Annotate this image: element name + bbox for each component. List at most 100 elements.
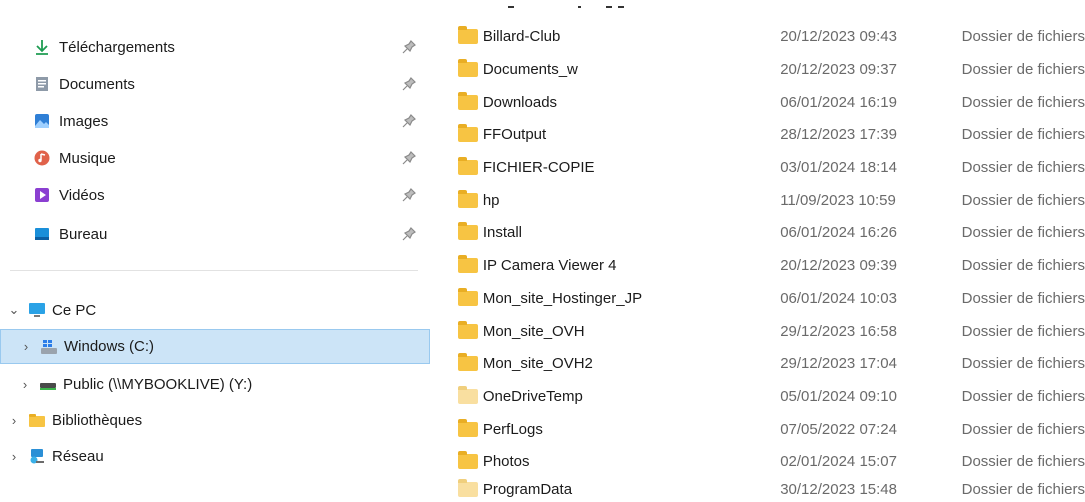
pin-icon[interactable] [402, 40, 416, 54]
file-name: Mon_site_Hostinger_JP [482, 289, 643, 307]
videos-icon [34, 187, 50, 203]
pin-icon[interactable] [402, 77, 416, 91]
quick-access-label: Documents [59, 75, 135, 93]
libraries-folder-icon [28, 412, 46, 428]
tree-label: Réseau [52, 447, 104, 465]
file-date: 29/12/2023 17:04 [780, 354, 897, 372]
file-type: Dossier de fichiers [961, 289, 1085, 307]
list-item[interactable]: Documents_w 20/12/2023 09:37 Dossier de … [440, 53, 1085, 86]
chevron-right-icon[interactable]: › [8, 413, 20, 428]
file-name: Billard-Club [482, 27, 561, 45]
file-date: 28/12/2023 17:39 [780, 125, 897, 143]
file-date: 30/12/2023 15:48 [780, 481, 897, 498]
folder-icon [458, 58, 478, 77]
quick-access-videos[interactable]: Vidéos [34, 177, 434, 213]
file-type: Dossier de fichiers [961, 93, 1085, 111]
network-icon [28, 448, 46, 464]
file-type: Dossier de fichiers [961, 354, 1085, 372]
file-date: 07/05/2022 07:24 [780, 420, 897, 438]
file-type: Dossier de fichiers [961, 158, 1085, 176]
desktop-icon [34, 226, 50, 242]
quick-access-label: Bureau [59, 225, 108, 243]
list-item[interactable]: ProgramData 30/12/2023 15:48 Dossier de … [440, 477, 1085, 502]
file-type: Dossier de fichiers [961, 60, 1085, 78]
quick-access-musique[interactable]: Musique [34, 140, 434, 176]
list-item[interactable]: Downloads 06/01/2024 16:19 Dossier de fi… [440, 86, 1085, 119]
file-name: Downloads [482, 93, 558, 111]
file-name: FFOutput [482, 125, 547, 143]
nav-divider [10, 270, 418, 271]
quick-access-telechargements[interactable]: Téléchargements [34, 29, 434, 65]
file-name: OneDriveTemp [482, 387, 583, 405]
file-type: Dossier de fichiers [961, 223, 1085, 241]
quick-access-label: Musique [59, 149, 116, 167]
images-icon [34, 113, 50, 129]
file-name: Mon_site_OVH2 [482, 354, 593, 372]
file-type: Dossier de fichiers [961, 125, 1085, 143]
file-type: Dossier de fichiers [961, 420, 1085, 438]
tree-label: Public (\\MYBOOKLIVE) (Y:) [63, 375, 253, 393]
chevron-right-icon[interactable]: › [19, 377, 31, 392]
folder-icon [458, 25, 478, 44]
network-drive-icon [39, 376, 57, 392]
tree-item-public-y[interactable]: › Public (\\MYBOOKLIVE) (Y:) [0, 368, 449, 400]
folder-icon [458, 254, 478, 273]
quick-access-label: Vidéos [59, 186, 105, 204]
file-type: Dossier de fichiers [961, 387, 1085, 405]
tree-item-bibliotheques[interactable]: › Bibliothèques [0, 404, 438, 436]
tree-item-windows-c[interactable]: › Windows (C:) [0, 329, 430, 364]
file-type: Dossier de fichiers [961, 322, 1085, 340]
file-list: Billard-Club 20/12/2023 09:43 Dossier de… [440, 0, 1085, 502]
list-item[interactable]: OneDriveTemp 05/01/2024 09:10 Dossier de… [440, 380, 1085, 413]
folder-icon [458, 123, 478, 142]
folder-icon [458, 418, 478, 437]
quick-access-bureau[interactable]: Bureau [34, 216, 434, 252]
file-date: 02/01/2024 15:07 [780, 452, 897, 470]
list-item[interactable]: Billard-Club 20/12/2023 09:43 Dossier de… [440, 20, 1085, 53]
list-item[interactable]: Mon_site_OVH2 29/12/2023 17:04 Dossier d… [440, 347, 1085, 380]
file-type: Dossier de fichiers [961, 452, 1085, 470]
file-name: IP Camera Viewer 4 [482, 256, 617, 274]
quick-access-images[interactable]: Images [34, 103, 434, 139]
chevron-right-icon[interactable]: › [8, 449, 20, 464]
pin-icon[interactable] [402, 151, 416, 165]
folder-icon [458, 320, 478, 339]
tree-item-ce-pc[interactable]: ⌄ Ce PC [0, 294, 438, 326]
folder-icon [458, 156, 478, 175]
list-item[interactable]: Photos 02/01/2024 15:07 Dossier de fichi… [440, 445, 1085, 478]
pin-icon[interactable] [402, 114, 416, 128]
tree-item-reseau[interactable]: › Réseau [0, 440, 438, 472]
list-item[interactable]: IP Camera Viewer 4 20/12/2023 09:39 Doss… [440, 249, 1085, 282]
list-item[interactable]: FFOutput 28/12/2023 17:39 Dossier de fic… [440, 118, 1085, 151]
pin-icon[interactable] [402, 227, 416, 241]
chevron-right-icon[interactable]: › [20, 339, 32, 354]
tree-label: Ce PC [52, 301, 97, 319]
list-item[interactable]: hp 11/09/2023 10:59 Dossier de fichiers [440, 184, 1085, 217]
list-item[interactable]: Mon_site_OVH 29/12/2023 16:58 Dossier de… [440, 315, 1085, 348]
windows-drive-icon [40, 339, 58, 355]
file-name: Install [482, 223, 523, 241]
list-item[interactable]: FICHIER-COPIE 03/01/2024 18:14 Dossier d… [440, 151, 1085, 184]
file-date: 20/12/2023 09:43 [780, 27, 897, 45]
file-date: 03/01/2024 18:14 [780, 158, 897, 176]
quick-access-documents[interactable]: Documents [34, 66, 434, 102]
file-date: 06/01/2024 16:19 [780, 93, 897, 111]
file-type: Dossier de fichiers [961, 27, 1085, 45]
file-date: 06/01/2024 10:03 [780, 289, 897, 307]
list-item[interactable]: Mon_site_Hostinger_JP 06/01/2024 10:03 D… [440, 282, 1085, 315]
navigation-pane: Téléchargements Documents Images Musique… [0, 0, 440, 502]
file-name: Documents_w [482, 60, 578, 78]
folder-icon [458, 450, 478, 469]
file-name: PerfLogs [482, 420, 543, 438]
download-arrow-icon [34, 39, 50, 55]
file-date: 20/12/2023 09:37 [780, 60, 897, 78]
chevron-down-icon[interactable]: ⌄ [8, 302, 20, 318]
quick-access-label: Téléchargements [59, 38, 175, 56]
pin-icon[interactable] [402, 188, 416, 202]
file-date: 11/09/2023 10:59 [780, 191, 896, 209]
list-item[interactable]: Install 06/01/2024 16:26 Dossier de fich… [440, 216, 1085, 249]
file-name: ProgramData [482, 481, 573, 498]
folder-icon [458, 352, 478, 371]
folder-icon [458, 287, 478, 306]
list-item[interactable]: PerfLogs 07/05/2022 07:24 Dossier de fic… [440, 413, 1085, 446]
